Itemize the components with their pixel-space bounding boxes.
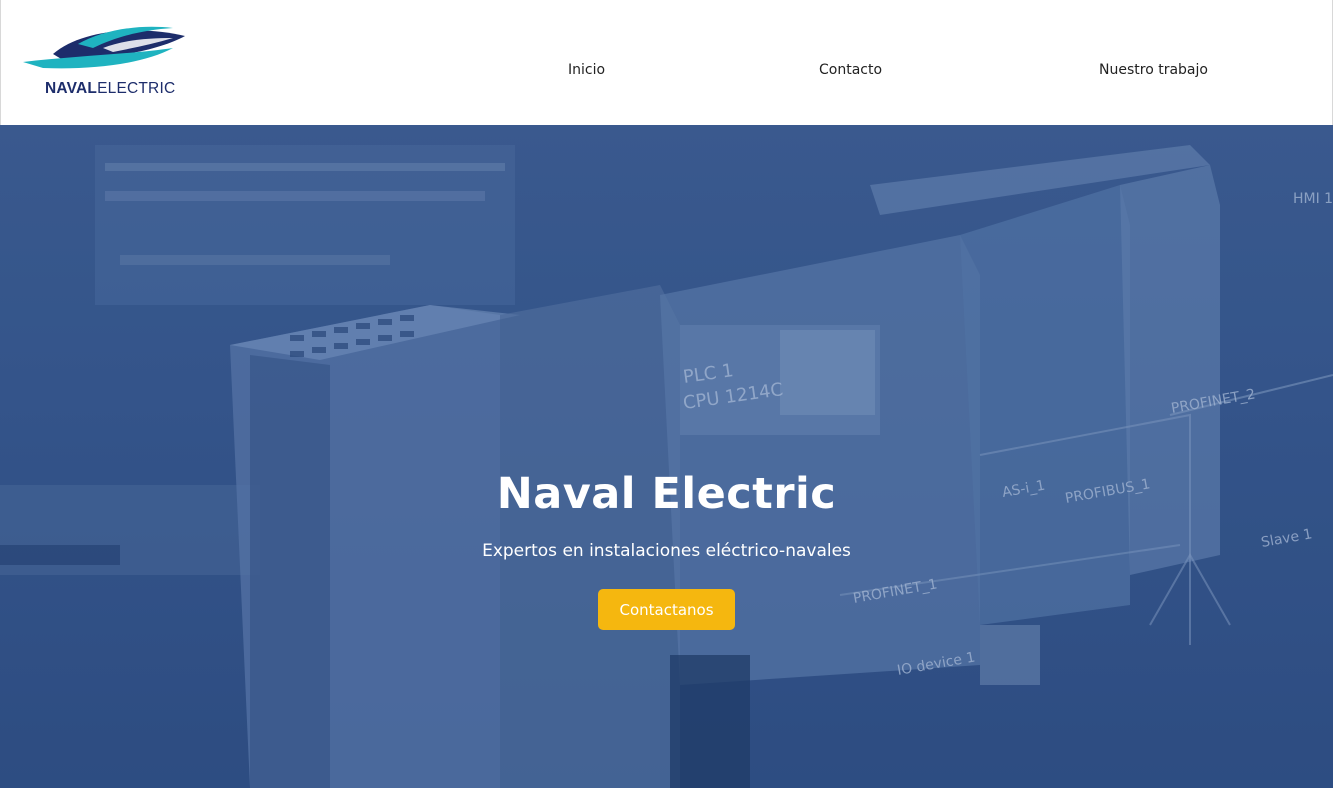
- boat-logo-icon: [23, 26, 185, 69]
- logo-light-text: ELECTRIC: [97, 80, 176, 97]
- hero-title: Naval Electric: [496, 469, 837, 519]
- site-header: NAVALELECTRIC Inicio Contacto Nuestro tr…: [0, 0, 1333, 125]
- contact-cta-button[interactable]: Contactanos: [598, 589, 735, 630]
- hero-subtitle: Expertos en instalaciones eléctrico-nava…: [482, 541, 851, 561]
- nav-link-contacto[interactable]: Contacto: [819, 62, 882, 78]
- logo-bold-text: NAVAL: [45, 80, 98, 97]
- nav-link-inicio[interactable]: Inicio: [568, 62, 605, 78]
- naval-electric-logo[interactable]: NAVALELECTRIC: [23, 18, 193, 100]
- hero-section: PLC 1 CPU 1214C PROFINET_2 PROFIBUS_1 AS…: [0, 125, 1333, 788]
- nav-link-nuestro-trabajo[interactable]: Nuestro trabajo: [1099, 62, 1208, 78]
- logo-wordmark: NAVALELECTRIC: [45, 80, 175, 98]
- hero-background-image: PLC 1 CPU 1214C PROFINET_2 PROFIBUS_1 AS…: [0, 125, 1333, 788]
